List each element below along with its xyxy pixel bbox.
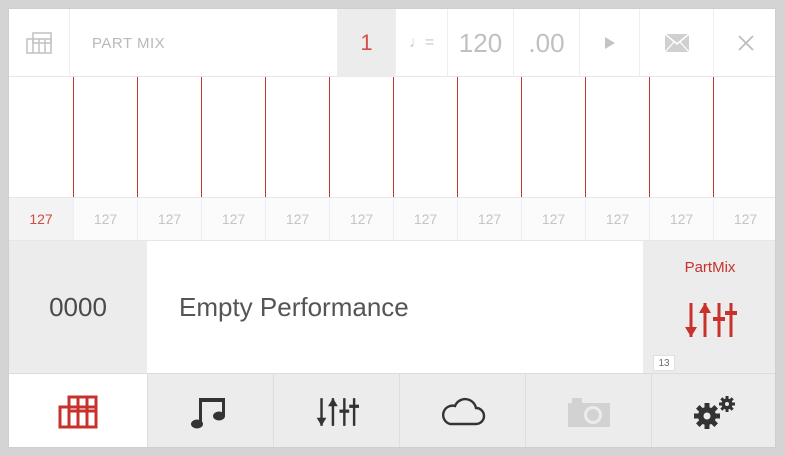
part-fader-8[interactable] bbox=[457, 77, 458, 197]
part-volume-value-12: 127 bbox=[713, 198, 775, 240]
app-window: PART MIX 1 ♩= 120 .00 127 127 127 127 127 127… bbox=[8, 8, 776, 448]
part-fader-4[interactable] bbox=[201, 77, 202, 197]
part-number[interactable]: 1 bbox=[337, 9, 395, 77]
part-fader-6[interactable] bbox=[329, 77, 330, 197]
bottom-navigation bbox=[9, 373, 775, 447]
nav-settings[interactable] bbox=[651, 374, 775, 447]
tempo-fraction[interactable]: .00 bbox=[513, 9, 579, 77]
close-icon bbox=[737, 35, 754, 51]
mixer-sliders-icon bbox=[316, 398, 359, 426]
part-volume-value-7: 127 bbox=[393, 198, 457, 240]
envelope-icon bbox=[663, 33, 690, 53]
part-volume-value-4: 127 bbox=[201, 198, 265, 240]
music-notes-icon bbox=[190, 398, 225, 429]
nav-song-pattern[interactable] bbox=[147, 374, 273, 447]
part-fader-9[interactable] bbox=[521, 77, 522, 197]
part-volume-faders[interactable] bbox=[9, 77, 775, 197]
mixer-sliders-icon bbox=[685, 303, 737, 337]
performance-number[interactable]: 0000 bbox=[9, 241, 147, 373]
mail-button[interactable] bbox=[639, 9, 713, 77]
part-volume-value-2: 127 bbox=[73, 198, 137, 240]
part-volume-value-11: 127 bbox=[649, 198, 713, 240]
part-volume-value-6: 127 bbox=[329, 198, 393, 240]
keyboard-parts-icon bbox=[58, 395, 98, 429]
tempo-label: ♩= bbox=[395, 9, 447, 77]
part-volume-value-3: 127 bbox=[137, 198, 201, 240]
part-volume-value-1: 127 bbox=[9, 198, 73, 240]
cloud-icon bbox=[441, 397, 485, 426]
part-fader-12[interactable] bbox=[713, 77, 714, 197]
part-volume-value-8: 127 bbox=[457, 198, 521, 240]
part-volume-value-9: 127 bbox=[521, 198, 585, 240]
settings-gears-icon bbox=[693, 396, 735, 429]
close-button[interactable] bbox=[713, 9, 775, 77]
part-fader-10[interactable] bbox=[585, 77, 586, 197]
part-mode-button[interactable] bbox=[9, 9, 69, 77]
part-fader-11[interactable] bbox=[649, 77, 650, 197]
part-mix-panel[interactable]: PartMix 13 bbox=[643, 241, 775, 373]
part-fader-3[interactable] bbox=[137, 77, 138, 197]
nav-mixer[interactable] bbox=[273, 374, 399, 447]
camera-icon bbox=[567, 398, 610, 427]
top-bar: PART MIX 1 ♩= 120 .00 bbox=[9, 9, 775, 77]
part-fader-2[interactable] bbox=[73, 77, 74, 197]
tempo-value[interactable]: 120 bbox=[447, 9, 513, 77]
part-fader-5[interactable] bbox=[265, 77, 266, 197]
volume-values-row: 127 127 127 127 127 127 127 127 127 127 127 127 bbox=[9, 197, 775, 241]
performance-name[interactable]: Empty Performance bbox=[147, 241, 643, 373]
keyboard-parts-icon bbox=[26, 32, 52, 54]
play-button[interactable] bbox=[579, 9, 639, 77]
nav-cloud[interactable] bbox=[399, 374, 525, 447]
part-volume-value-5: 127 bbox=[265, 198, 329, 240]
nav-camera[interactable] bbox=[525, 374, 651, 447]
part-mix-label: PartMix bbox=[684, 259, 736, 276]
screen-title: PART MIX bbox=[69, 9, 337, 77]
part-volume-value-10: 127 bbox=[585, 198, 649, 240]
part-count-badge: 13 bbox=[653, 355, 675, 371]
nav-part-edit[interactable] bbox=[9, 374, 147, 447]
part-fader-7[interactable] bbox=[393, 77, 394, 197]
play-icon bbox=[604, 37, 615, 49]
